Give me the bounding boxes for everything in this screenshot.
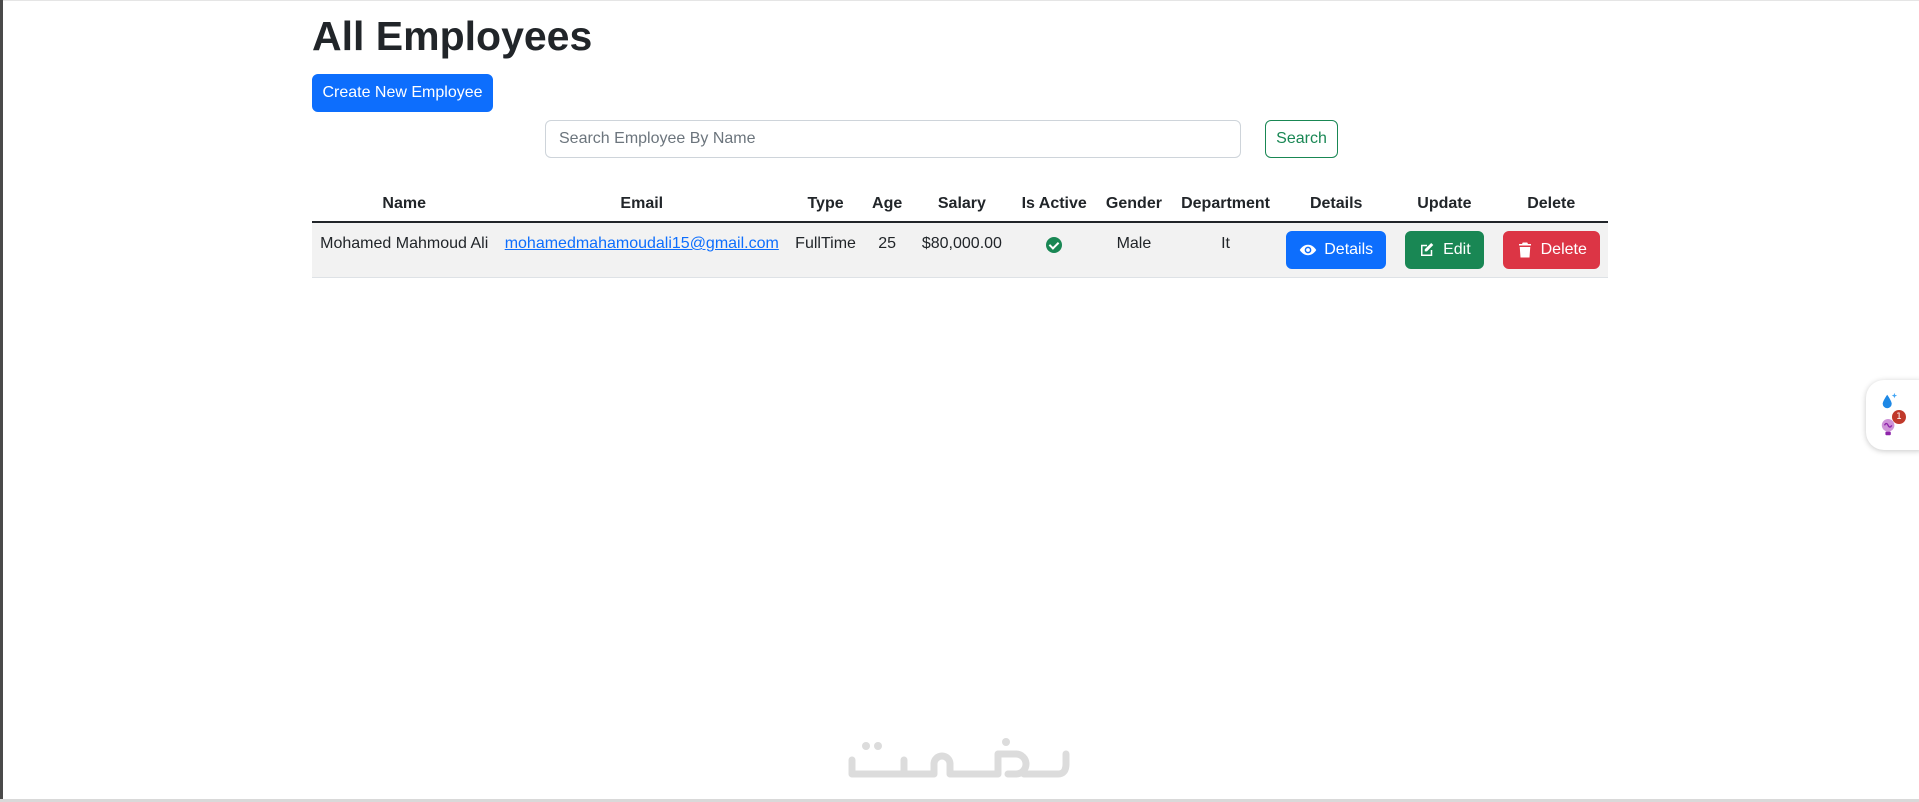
column-header-department: Department xyxy=(1173,186,1279,223)
details-cell: Details xyxy=(1278,222,1395,278)
employee-salary: $80,000.00 xyxy=(910,222,1014,278)
employee-type: FullTime xyxy=(787,222,864,278)
edit-button[interactable]: Edit xyxy=(1405,231,1484,269)
employees-table: Name Email Type Age Salary Is Active Gen… xyxy=(312,186,1608,278)
employee-name: Mohamed Mahmoud Ali xyxy=(312,222,497,278)
water-drop-icon[interactable] xyxy=(1880,392,1898,410)
column-header-name: Name xyxy=(312,186,497,223)
column-header-type: Type xyxy=(787,186,864,223)
site-watermark-logo xyxy=(848,738,1070,778)
column-header-email: Email xyxy=(496,186,788,223)
edit-button-label: Edit xyxy=(1443,241,1471,258)
page-title: All Employees xyxy=(312,13,593,59)
search-button[interactable]: Search xyxy=(1265,120,1338,158)
notification-badge: 1 xyxy=(1892,410,1906,424)
edit-icon xyxy=(1418,241,1436,259)
column-header-is-active: Is Active xyxy=(1013,186,1095,223)
column-header-delete: Delete xyxy=(1494,186,1608,223)
employee-age: 25 xyxy=(864,222,911,278)
delete-cell: Delete xyxy=(1494,222,1608,278)
delete-button-label: Delete xyxy=(1540,241,1587,258)
trash-icon xyxy=(1516,241,1534,259)
window-left-edge xyxy=(0,0,3,802)
employee-gender: Male xyxy=(1094,222,1173,278)
update-cell: Edit xyxy=(1394,222,1495,278)
details-button-label: Details xyxy=(1324,241,1374,258)
details-button[interactable]: Details xyxy=(1286,231,1387,269)
check-circle-icon xyxy=(1046,237,1063,253)
employee-department: It xyxy=(1173,222,1279,278)
column-header-gender: Gender xyxy=(1094,186,1173,223)
search-input[interactable] xyxy=(545,120,1241,158)
table-header-row: Name Email Type Age Salary Is Active Gen… xyxy=(312,186,1608,223)
column-header-update: Update xyxy=(1394,186,1495,223)
column-header-salary: Salary xyxy=(910,186,1014,223)
employee-email-link[interactable]: mohamedmahamoudali15@gmail.com xyxy=(505,235,779,252)
delete-button[interactable]: Delete xyxy=(1502,231,1600,269)
window-top-edge xyxy=(0,0,1919,1)
employee-is-active-cell xyxy=(1013,222,1095,278)
table-row: Mohamed Mahmoud Ali mohamedmahamoudali15… xyxy=(312,222,1608,278)
create-employee-button[interactable]: Create New Employee xyxy=(312,74,493,112)
column-header-age: Age xyxy=(864,186,911,223)
employee-email-cell: mohamedmahamoudali15@gmail.com xyxy=(496,222,788,278)
eye-icon xyxy=(1299,241,1317,259)
column-header-details: Details xyxy=(1278,186,1395,223)
floating-extension-widget[interactable]: 1 xyxy=(1866,380,1919,450)
